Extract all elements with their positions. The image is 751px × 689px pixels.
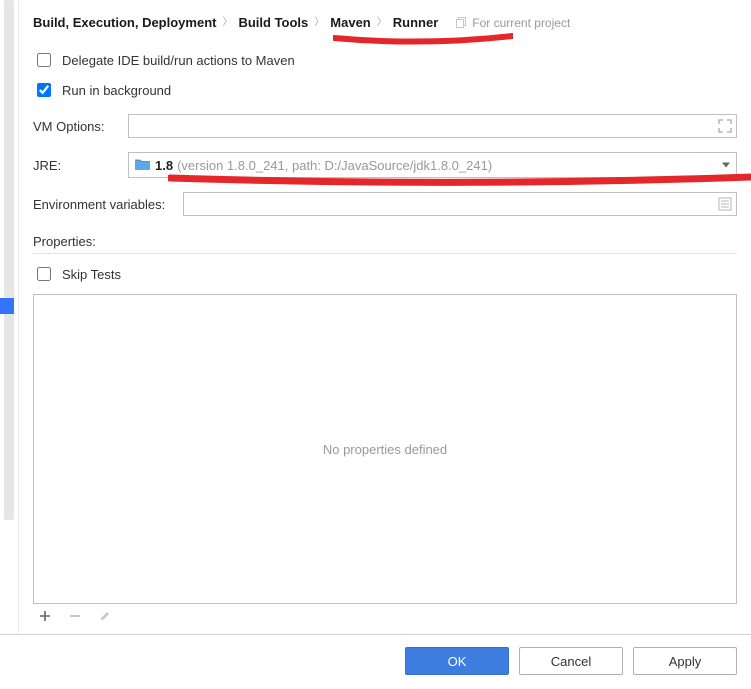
background-checkbox[interactable] — [37, 83, 51, 97]
background-label: Run in background — [62, 83, 171, 98]
chevron-right-icon: 〉 — [222, 14, 232, 32]
properties-toolbar — [33, 608, 737, 624]
jre-label: JRE: — [33, 158, 118, 173]
project-scope-text: For current project — [472, 14, 570, 32]
folder-icon — [135, 159, 151, 171]
settings-tree-scroll-strip — [0, 0, 19, 634]
skip-tests-row[interactable]: Skip Tests — [33, 264, 737, 284]
jre-selected-detail: (version 1.8.0_241, path: D:/JavaSource/… — [177, 158, 492, 173]
breadcrumb: Build, Execution, Deployment 〉 Build Too… — [33, 14, 737, 32]
vm-options-row: VM Options: — [33, 114, 737, 138]
scrollbar-track[interactable] — [4, 0, 14, 520]
crumb-maven[interactable]: Maven — [330, 14, 370, 32]
crumb-build-tools[interactable]: Build Tools — [238, 14, 308, 32]
jre-row: JRE: 1.8 (version 1.8.0_241, path: D:/Ja… — [33, 152, 737, 178]
jre-dropdown[interactable]: 1.8 (version 1.8.0_241, path: D:/JavaSou… — [128, 152, 737, 178]
properties-section-label: Properties: — [33, 234, 737, 254]
edit-button[interactable] — [97, 608, 113, 624]
chevron-down-icon — [722, 163, 730, 168]
jre-selected-short: 1.8 — [155, 158, 173, 173]
ok-button[interactable]: OK — [405, 647, 509, 675]
delegate-checkbox-row[interactable]: Delegate IDE build/run actions to Maven — [33, 50, 737, 70]
minus-icon — [69, 610, 81, 622]
list-icon[interactable] — [718, 197, 732, 211]
vm-options-label: VM Options: — [33, 119, 118, 134]
skip-tests-checkbox[interactable] — [37, 267, 51, 281]
vm-options-input[interactable] — [128, 114, 737, 138]
copy-icon — [456, 17, 468, 29]
env-row: Environment variables: — [33, 192, 737, 216]
add-button[interactable] — [37, 608, 53, 624]
env-label: Environment variables: — [33, 197, 173, 212]
delegate-checkbox[interactable] — [37, 53, 51, 67]
crumb-runner[interactable]: Runner — [393, 14, 439, 32]
delegate-label: Delegate IDE build/run actions to Maven — [62, 53, 295, 68]
properties-table[interactable]: No properties defined — [33, 294, 737, 604]
skip-tests-label: Skip Tests — [62, 267, 121, 282]
env-input[interactable] — [183, 192, 737, 216]
expand-icon[interactable] — [718, 119, 732, 133]
selected-tree-indicator — [0, 298, 14, 314]
apply-button[interactable]: Apply — [633, 647, 737, 675]
chevron-right-icon: 〉 — [314, 14, 324, 32]
dialog-footer: OK Cancel Apply — [0, 634, 751, 689]
remove-button[interactable] — [67, 608, 83, 624]
crumb-build-execution-deployment[interactable]: Build, Execution, Deployment — [33, 14, 216, 32]
pencil-icon — [99, 610, 111, 622]
project-scope-tag: For current project — [456, 14, 570, 32]
background-checkbox-row[interactable]: Run in background — [33, 80, 737, 100]
properties-empty-text: No properties defined — [323, 442, 447, 457]
cancel-button[interactable]: Cancel — [519, 647, 623, 675]
annotation-red-underline — [333, 32, 513, 50]
plus-icon — [39, 610, 51, 622]
chevron-right-icon: 〉 — [377, 14, 387, 32]
